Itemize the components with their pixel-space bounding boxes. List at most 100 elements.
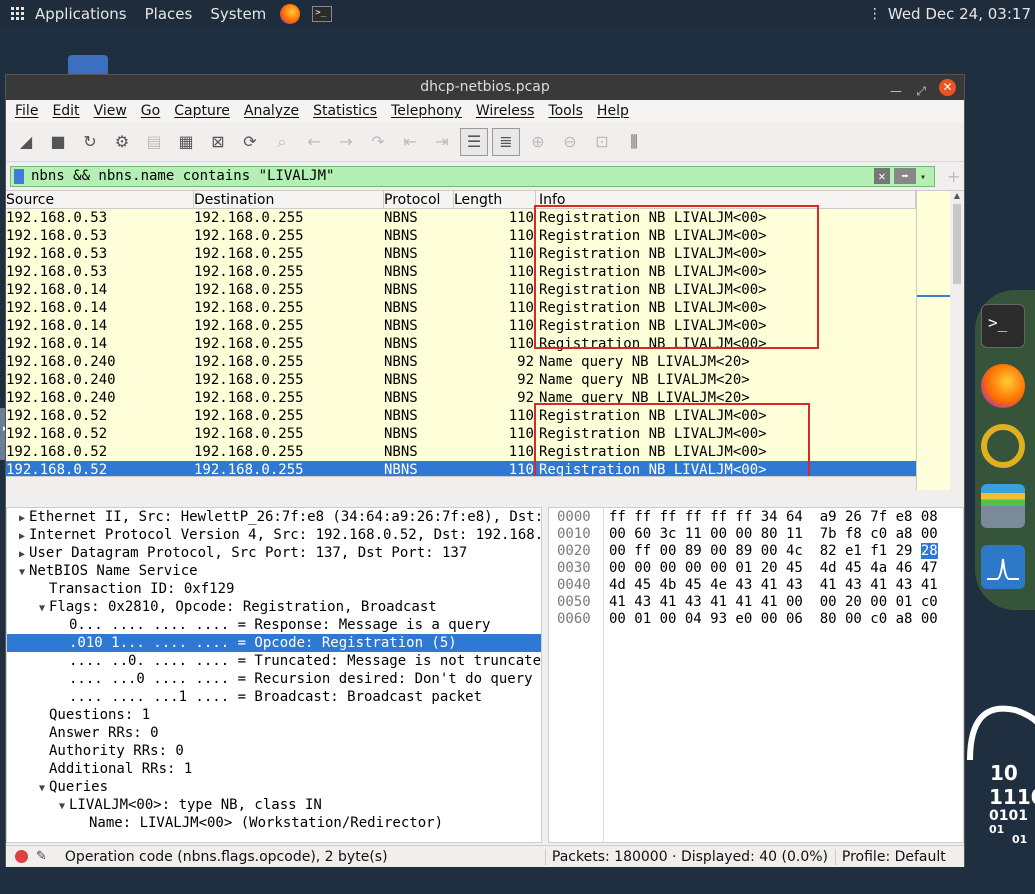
packet-minimap[interactable] — [916, 191, 951, 490]
detail-row[interactable]: .... ..0. .... .... = Truncated: Message… — [7, 652, 541, 670]
clear-filter-icon[interactable]: ✕ — [874, 167, 890, 184]
firefox-dock-icon[interactable] — [981, 364, 1025, 408]
byte-hex[interactable]: 00 00 00 00 00 01 20 45 4d 45 4a 46 47 — [609, 560, 938, 577]
go-forward-icon[interactable]: → — [332, 128, 360, 156]
menu-capture[interactable]: Capture — [174, 103, 230, 119]
packet-row[interactable]: 192.168.0.240 192.168.0.255 NBNS 92 Name que… — [6, 389, 964, 407]
archive-dock-icon[interactable] — [981, 484, 1025, 528]
terminal-dock-icon[interactable]: >_ — [981, 304, 1025, 348]
reload-file-icon[interactable]: ⟳ — [236, 128, 264, 156]
menu-file[interactable]: File — [15, 103, 38, 119]
minimize-icon[interactable]: — — [890, 79, 902, 104]
menu-help[interactable]: Help — [597, 103, 629, 119]
filter-dropdown-icon[interactable]: ▾ — [920, 168, 932, 187]
detail-row[interactable]: .... .... ...1 .... = Broadcast: Broadca… — [7, 688, 541, 706]
detail-row[interactable]: Questions: 1 — [7, 706, 541, 724]
packet-row[interactable]: 192.168.0.14 192.168.0.255 NBNS 110 Registra… — [6, 299, 964, 317]
packet-list[interactable]: Source Destination Protocol Length Info … — [6, 190, 964, 490]
find-packet-icon[interactable]: ⌕ — [268, 128, 296, 156]
packet-row[interactable]: 192.168.0.53 192.168.0.255 NBNS 110 Registra… — [6, 263, 964, 281]
places-menu[interactable]: Places — [145, 5, 193, 23]
capture-comment-icon[interactable]: ✎ — [36, 849, 47, 864]
add-filter-icon[interactable]: + — [947, 167, 960, 186]
packet-row[interactable]: 192.168.0.52 192.168.0.255 NBNS 110 Registra… — [6, 407, 964, 425]
packet-list-vscroll[interactable]: ▲ — [950, 191, 964, 490]
packet-row[interactable]: 192.168.0.52 192.168.0.255 NBNS 110 Registra… — [6, 443, 964, 461]
restart-capture-icon[interactable]: ↻ — [76, 128, 104, 156]
terminal-launcher-icon[interactable]: >_ — [312, 5, 333, 22]
packet-row[interactable]: 192.168.0.240 192.168.0.255 NBNS 92 Name que… — [6, 371, 964, 389]
autoscroll-icon[interactable]: ☰ — [460, 127, 488, 156]
scroll-thumb[interactable] — [953, 204, 961, 284]
bookmark-icon[interactable] — [14, 168, 24, 184]
packet-row[interactable]: 192.168.0.14 192.168.0.255 NBNS 110 Registra… — [6, 335, 964, 353]
detail-row[interactable]: ▼ Flags: 0x2810, Opcode: Registration, Br… — [7, 598, 541, 616]
detail-row[interactable]: Transaction ID: 0xf129 — [7, 580, 541, 598]
save-file-icon[interactable]: ▦ — [172, 128, 200, 156]
column-destination[interactable]: Destination — [194, 191, 384, 208]
detail-row[interactable]: ▶ User Datagram Protocol, Src Port: 137, … — [7, 544, 541, 562]
expert-info-icon[interactable] — [15, 850, 28, 863]
normal-size-icon[interactable]: ⊡ — [588, 128, 616, 156]
detail-row[interactable]: Authority RRs: 0 — [7, 742, 541, 760]
packet-row[interactable]: 192.168.0.14 192.168.0.255 NBNS 110 Registra… — [6, 281, 964, 299]
last-packet-icon[interactable]: ⇥ — [428, 128, 456, 156]
detail-row[interactable]: ▼ Queries — [7, 778, 541, 796]
detail-row[interactable]: Answer RRs: 0 — [7, 724, 541, 742]
byte-hex[interactable]: 00 ff 00 89 00 89 00 4c 82 e1 f1 29 28 — [609, 543, 938, 560]
column-protocol[interactable]: Protocol — [384, 191, 454, 208]
menu-telephony[interactable]: Telephony — [391, 103, 462, 119]
menu-analyze[interactable]: Analyze — [244, 103, 299, 119]
column-source[interactable]: Source — [6, 191, 194, 208]
scroll-up-icon[interactable]: ▲ — [950, 191, 964, 200]
clock[interactable]: ⋮ Wed Dec 24, 03:17 — [868, 5, 1031, 23]
byte-hex[interactable]: 00 01 00 04 93 e0 00 06 80 00 c0 a8 00 — [609, 611, 938, 628]
packet-row[interactable]: 192.168.0.14 192.168.0.255 NBNS 110 Registra… — [6, 317, 964, 335]
packet-list-hscroll[interactable] — [6, 476, 916, 490]
menu-edit[interactable]: Edit — [52, 103, 79, 119]
menu-go[interactable]: Go — [141, 103, 160, 119]
menu-tools[interactable]: Tools — [548, 103, 583, 119]
resize-columns-icon[interactable]: ⫼ — [620, 128, 648, 156]
apps-grid-icon[interactable] — [11, 6, 25, 21]
go-to-packet-icon[interactable]: ↷ — [364, 128, 392, 156]
packet-details-tree[interactable]: ▶ Ethernet II, Src: HewlettP_26:7f:e8 (34… — [6, 507, 542, 843]
close-file-icon[interactable]: ⊠ — [204, 128, 232, 156]
firefox-launcher-icon[interactable] — [280, 3, 301, 24]
close-icon[interactable]: ✕ — [939, 79, 956, 96]
packet-row[interactable]: 192.168.0.52 192.168.0.255 NBNS 110 Registra… — [6, 425, 964, 443]
apply-filter-icon[interactable]: ➡ — [894, 167, 916, 184]
zoom-in-icon[interactable]: ⊕ — [524, 128, 552, 156]
packet-row[interactable]: 192.168.0.53 192.168.0.255 NBNS 110 Registra… — [6, 227, 964, 245]
title-bar[interactable]: dhcp-netbios.pcap — ⤢ ✕ — [6, 75, 964, 100]
wireshark-dock-icon[interactable] — [981, 545, 1025, 589]
zoom-out-icon[interactable]: ⊖ — [556, 128, 584, 156]
first-packet-icon[interactable]: ⇤ — [396, 128, 424, 156]
packet-row[interactable]: 192.168.0.53 192.168.0.255 NBNS 110 Registra… — [6, 209, 964, 227]
menu-view[interactable]: View — [94, 103, 127, 119]
detail-row[interactable]: .... ...0 .... .... = Recursion desired:… — [7, 670, 541, 688]
restore-icon[interactable]: ⤢ — [916, 79, 926, 104]
packet-row[interactable]: 192.168.0.53 192.168.0.255 NBNS 110 Registra… — [6, 245, 964, 263]
packet-bytes-pane[interactable]: 0000 ff ff ff ff ff ff 34 64 a9 26 7f e8 … — [548, 507, 964, 843]
detail-row[interactable]: ▶ Internet Protocol Version 4, Src: 192.1… — [7, 526, 541, 544]
go-back-icon[interactable]: ← — [300, 128, 328, 156]
detail-row[interactable]: Additional RRs: 1 — [7, 760, 541, 778]
menu-statistics[interactable]: Statistics — [313, 103, 377, 119]
detail-row[interactable]: .010 1... .... .... = Opcode: Registrati… — [7, 634, 541, 652]
column-length[interactable]: Length — [454, 191, 536, 208]
detail-row[interactable]: 0... .... .... .... = Response: Message … — [7, 616, 541, 634]
detail-row[interactable]: Name: LIVALJM<00> (Workstation/Redirecto… — [7, 814, 541, 832]
desktop-folder-icon[interactable] — [68, 55, 108, 75]
byte-hex[interactable]: 00 60 3c 11 00 00 80 11 7b f8 c0 a8 00 — [609, 526, 938, 543]
byte-hex[interactable]: 41 43 41 43 41 41 41 00 00 20 00 01 c0 — [609, 594, 938, 611]
detail-row[interactable]: ▼ NetBIOS Name Service — [7, 562, 541, 580]
menu-wireless[interactable]: Wireless — [476, 103, 535, 119]
capture-options-icon[interactable]: ⚙ — [108, 128, 136, 156]
display-filter-input[interactable]: nbns && nbns.name contains "LIVALJM" ✕ ➡… — [10, 165, 935, 187]
detail-row[interactable]: ▶ Ethernet II, Src: HewlettP_26:7f:e8 (34… — [7, 508, 541, 526]
byte-hex[interactable]: 4d 45 4b 45 4e 43 41 43 41 43 41 43 41 — [609, 577, 938, 594]
byte-hex[interactable]: ff ff ff ff ff ff 34 64 a9 26 7f e8 08 — [609, 509, 938, 526]
colorize-icon[interactable]: ≣ — [492, 127, 520, 156]
sync-dock-icon[interactable] — [981, 424, 1025, 468]
